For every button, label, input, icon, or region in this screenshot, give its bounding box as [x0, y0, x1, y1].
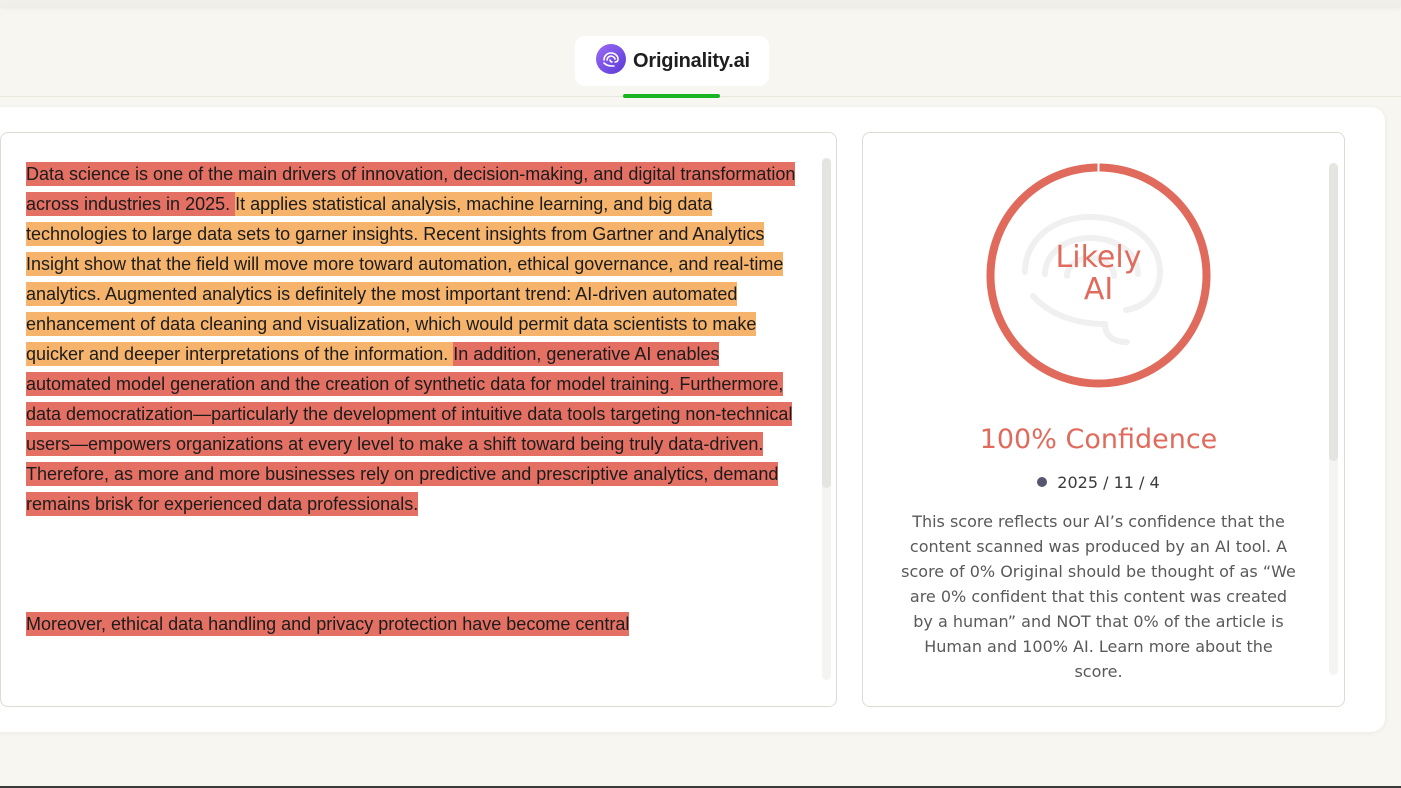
gauge-label: Likely AI [985, 242, 1212, 306]
ai-highlight-segment: In addition, generative AI enables autom… [26, 342, 793, 516]
scan-date-text: 2025 / 11 / 4 [1057, 473, 1160, 492]
active-tab-indicator [623, 94, 720, 98]
brain-logo-icon [595, 43, 627, 80]
top-strip [0, 0, 1401, 6]
text-scrollbar-thumb[interactable] [822, 158, 831, 488]
tab-originality[interactable]: Originality.ai [575, 36, 769, 86]
scan-date: 2025 / 11 / 4 [862, 473, 1335, 492]
status-dot-icon [1037, 477, 1048, 487]
gauge-label-line: Likely [1055, 240, 1142, 275]
ai-highlight-segment: Moreover, ethical data handling and priv… [26, 612, 630, 636]
ai-highlight-segment: It applies statistical analysis, machine… [26, 192, 784, 366]
score-description: This score reflects our AI’s confidence … [901, 512, 1296, 681]
gauge-label-line: AI [1083, 272, 1114, 307]
confidence-score: 100% Confidence [979, 424, 1218, 455]
paragraph-1: Data science is one of the main drivers … [26, 159, 801, 519]
tab-label: Originality.ai [633, 49, 750, 72]
scanned-text: Data science is one of the main drivers … [26, 159, 801, 639]
scanned-text-panel[interactable]: Data science is one of the main drivers … [0, 132, 837, 707]
paragraph-2: Moreover, ethical data handling and priv… [26, 609, 801, 639]
score-scrollbar-thumb[interactable] [1329, 163, 1338, 461]
